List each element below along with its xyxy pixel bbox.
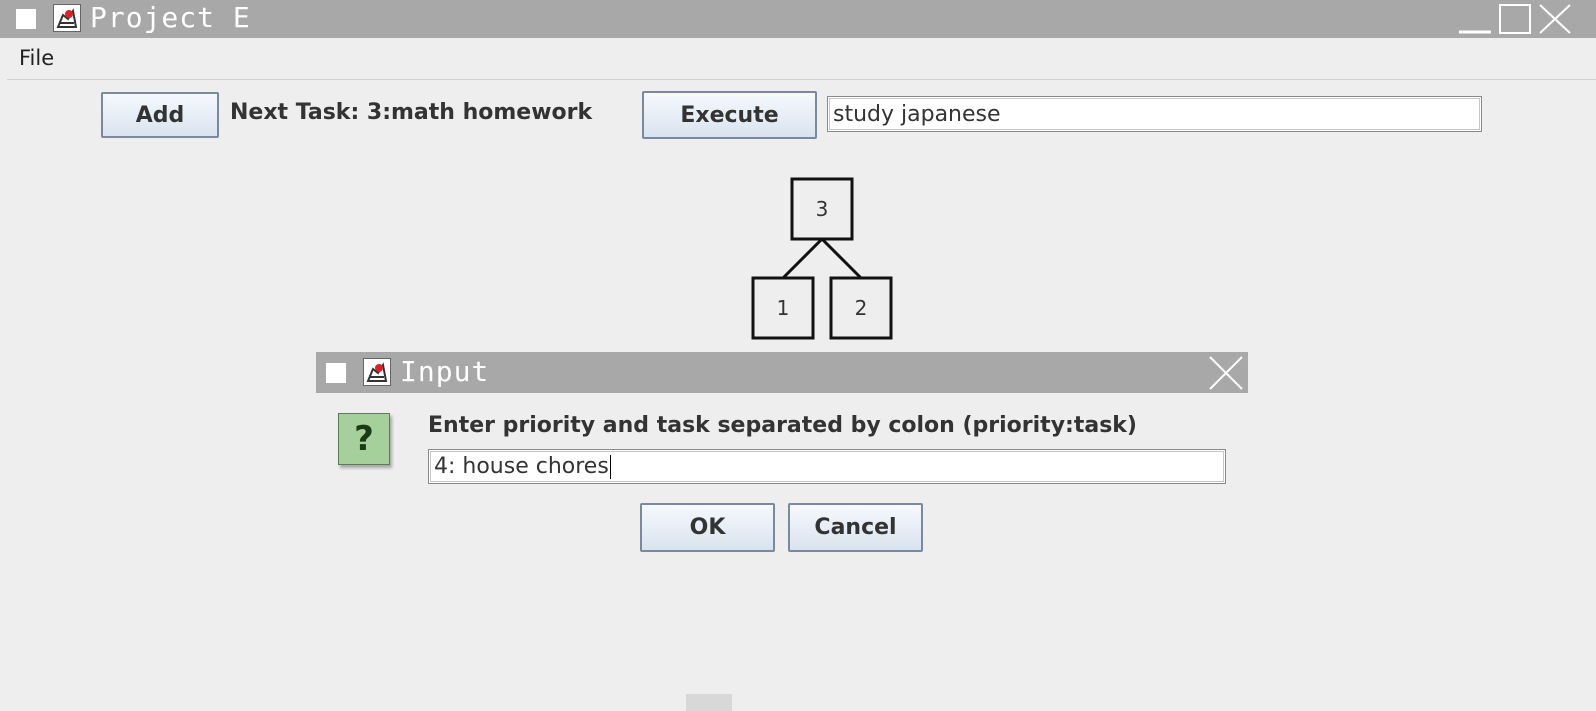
question-icon: ?	[338, 413, 390, 465]
window-title: Project E	[90, 1, 251, 34]
window-titlebar[interactable]: Project E	[0, 0, 1596, 38]
menubar: File	[7, 38, 1596, 80]
minimize-icon[interactable]	[1458, 3, 1492, 35]
close-icon[interactable]	[1538, 3, 1572, 35]
tree-node-left: 1	[751, 276, 815, 340]
tree-node-right-label: 2	[855, 296, 868, 320]
task-input-value: study japanese	[833, 101, 1001, 127]
task-input[interactable]: study japanese	[827, 96, 1482, 132]
tree-edge-root-right	[820, 237, 863, 280]
ok-button[interactable]: OK	[640, 503, 775, 552]
tree-node-left-label: 1	[777, 296, 790, 320]
dialog-input[interactable]: 4: house chores	[428, 449, 1226, 484]
menu-file[interactable]: File	[19, 46, 54, 70]
resize-handle[interactable]	[686, 694, 732, 711]
tree-node-right: 2	[829, 276, 893, 340]
dialog-input-value: 4: house chores	[434, 454, 609, 479]
cancel-button[interactable]: Cancel	[788, 503, 923, 552]
add-button[interactable]: Add	[101, 92, 219, 138]
window-menu-icon[interactable]	[16, 9, 36, 29]
text-caret	[609, 454, 611, 479]
java-duke-icon	[53, 4, 81, 32]
maximize-icon[interactable]	[1498, 3, 1532, 35]
dialog-titlebar[interactable]: Input	[316, 352, 1248, 393]
tree-node-root: 3	[790, 177, 854, 241]
dialog-message: Enter priority and task separated by col…	[428, 413, 1137, 438]
dialog-close-icon[interactable]	[1208, 355, 1244, 391]
execute-button[interactable]: Execute	[642, 91, 817, 139]
dialog-menu-icon[interactable]	[326, 363, 346, 383]
tree-edge-root-left	[781, 237, 824, 280]
java-duke-icon	[363, 358, 391, 386]
next-task-label: Next Task: 3:math homework	[230, 100, 593, 125]
tree-node-root-label: 3	[816, 197, 829, 221]
dialog-title: Input	[400, 355, 490, 388]
